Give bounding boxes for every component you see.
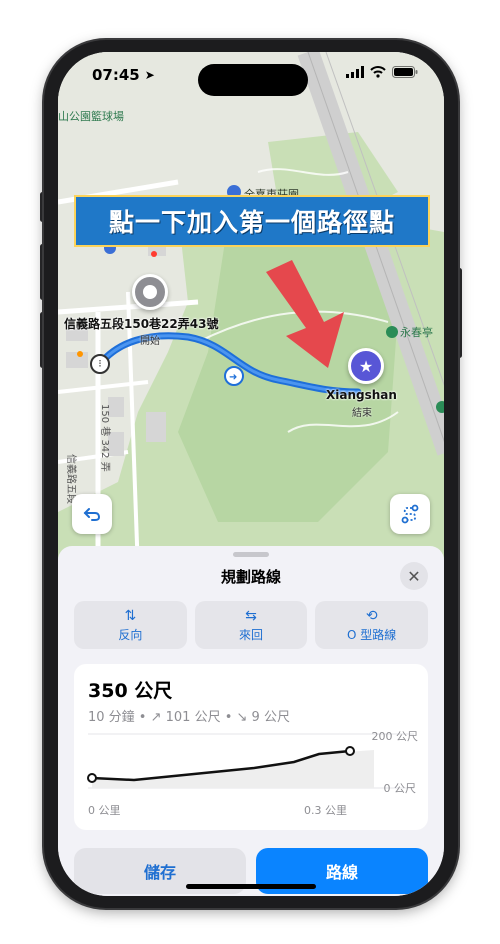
plan-route-sheet: 規劃路線 ✕ ⇅ 反向 ⇆ 來回 ⟲ O 型路線 350 公尺 10 分鐘 • … xyxy=(58,546,444,896)
reverse-icon: ⇅ xyxy=(124,607,137,624)
distance-end-label: 0.3 公里 xyxy=(304,804,347,817)
star-icon: ★ xyxy=(358,356,374,376)
route-options: ⇅ 反向 ⇆ 來回 ⟲ O 型路線 xyxy=(74,601,429,649)
traffic-light-icon: ⁝ xyxy=(90,354,110,374)
map-label-pavilion: 永春亭 xyxy=(400,326,433,339)
elevation-min-label: 0 公尺 xyxy=(383,782,417,795)
close-button[interactable]: ✕ xyxy=(400,562,428,590)
route-options-icon xyxy=(401,504,419,524)
undo-icon xyxy=(83,508,101,521)
round-trip-icon: ⇆ xyxy=(245,607,257,624)
map-label-street-a: 150 巷 342 弄 xyxy=(99,404,110,472)
loop-route-button[interactable]: ⟲ O 型路線 xyxy=(315,601,429,649)
undo-button[interactable] xyxy=(72,494,112,534)
route-summary-card: 350 公尺 10 分鐘 • ↗ 101 公尺 • ↘ 9 公尺 200 公尺 … xyxy=(74,664,428,830)
location-arrow-icon: ➤ xyxy=(144,68,155,82)
end-pin-sub: 結束 xyxy=(352,408,372,419)
loop-route-label: O 型路線 xyxy=(347,627,397,642)
reverse-label: 反向 xyxy=(118,627,143,642)
start-pin-sub: 開始 xyxy=(140,336,160,347)
route-distance: 350 公尺 xyxy=(88,680,173,702)
page: ➜ 山公園籃球場 全嘉東莊園 永春亭 150 巷 342 弄 信義路五段 xyxy=(0,0,500,944)
sheet-title: 規劃路線 xyxy=(220,568,281,586)
distance-start-label: 0 公里 xyxy=(88,804,121,817)
start-pin[interactable] xyxy=(132,274,168,310)
reverse-button[interactable]: ⇅ 反向 xyxy=(74,601,187,649)
status-icons xyxy=(346,66,418,78)
instruction-banner: 點一下加入第一個路徑點 xyxy=(74,195,430,247)
screen: ➜ 山公園籃球場 全嘉東莊園 永春亭 150 巷 342 弄 信義路五段 xyxy=(58,52,444,896)
elevation-max-label: 200 公尺 xyxy=(371,730,419,743)
loop-icon: ⟲ xyxy=(365,607,378,624)
close-icon: ✕ xyxy=(407,566,421,586)
sheet-grabber[interactable] xyxy=(233,552,269,557)
route-stats: 10 分鐘 • ↗ 101 公尺 • ↘ 9 公尺 xyxy=(88,710,290,725)
dynamic-island xyxy=(198,64,308,96)
signal-icon xyxy=(346,66,364,78)
phone-frame: ➜ 山公園籃球場 全嘉東莊園 永春亭 150 巷 342 弄 信義路五段 xyxy=(44,40,458,908)
end-pin-label: Xiangshan xyxy=(326,388,397,402)
route-options-button[interactable] xyxy=(390,494,430,534)
map-label-court: 山公園籃球場 xyxy=(58,110,124,123)
instruction-banner-text: 點一下加入第一個路徑點 xyxy=(108,208,395,237)
start-dot-icon xyxy=(143,285,157,299)
start-pin-label: 信義路五段150巷22弄43號 xyxy=(64,317,219,331)
end-pin[interactable]: ★ xyxy=(348,348,384,384)
map-view[interactable]: ➜ 山公園籃球場 全嘉東莊園 永春亭 150 巷 342 弄 信義路五段 xyxy=(58,52,444,572)
status-time: 07:45 xyxy=(92,66,140,84)
home-indicator[interactable] xyxy=(186,884,316,889)
map-background: ➜ xyxy=(58,52,444,572)
battery-icon xyxy=(392,66,418,78)
round-trip-button[interactable]: ⇆ 來回 xyxy=(194,601,308,649)
round-trip-label: 來回 xyxy=(239,627,264,642)
svg-text:➜: ➜ xyxy=(229,372,237,383)
wifi-icon xyxy=(370,66,386,78)
